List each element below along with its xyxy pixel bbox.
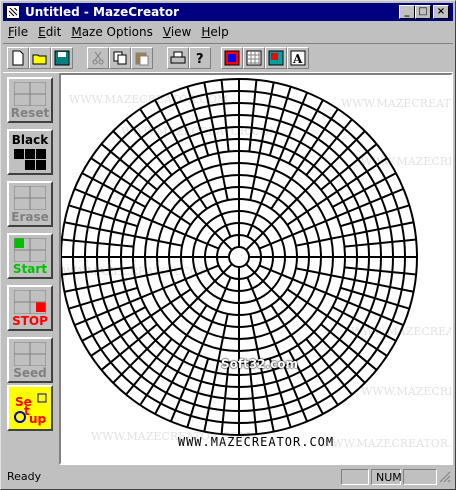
help-icon[interactable]: ? <box>189 47 211 69</box>
svg-text:up: up <box>29 412 47 426</box>
close-button[interactable]: × <box>433 5 449 19</box>
stop-label: STOP <box>12 314 48 328</box>
stop-button[interactable]: STOP <box>7 285 53 331</box>
reset-button[interactable]: Reset <box>7 77 53 123</box>
copy-icon[interactable] <box>109 47 131 69</box>
setup-button[interactable]: Se up t <box>7 385 53 431</box>
maze-color-icon[interactable] <box>221 47 243 69</box>
cut-icon[interactable] <box>87 47 109 69</box>
erase-label: Erase <box>11 210 49 224</box>
save-icon[interactable] <box>51 47 73 69</box>
window-title: Untitled - MazeCreator <box>25 5 180 19</box>
start-button[interactable]: Start <box>7 233 53 279</box>
start-label: Start <box>12 262 48 276</box>
site-watermark: Soft32.com <box>221 357 298 371</box>
menu-file[interactable]: File <box>3 23 33 39</box>
setup-icon: Se up t <box>14 393 47 426</box>
seed-button[interactable]: Seed <box>7 337 53 383</box>
print-icon[interactable] <box>167 47 189 69</box>
status-bar: Ready NUM <box>3 467 453 487</box>
minimize-button[interactable]: _ <box>399 5 415 19</box>
maximize-button[interactable]: □ <box>415 5 431 19</box>
menu-view[interactable]: View <box>158 23 196 39</box>
menu-bar: File Edit Maze Options View Help <box>3 23 453 41</box>
app-window: Untitled - MazeCreator _ □ × File Edit Maz… <box>0 0 456 490</box>
title-bar[interactable]: Untitled - MazeCreator _ □ × <box>3 3 453 21</box>
maze-canvas[interactable]: WWW.MAZECREATOR.COM WWW.MAZECREATOR.COM … <box>59 73 453 465</box>
status-cell <box>403 469 437 485</box>
black-label: Black <box>11 133 49 147</box>
svg-text:?: ? <box>196 52 204 66</box>
paste-icon[interactable] <box>131 47 153 69</box>
menu-maze-options[interactable]: Maze Options <box>66 23 158 39</box>
black-button[interactable]: Black <box>7 129 53 175</box>
maze-url: WWW.MAZECREATOR.COM <box>177 435 335 449</box>
circular-maze <box>61 78 418 436</box>
toolbar: ? A <box>3 43 453 73</box>
seed-label: Seed <box>13 366 47 380</box>
color-fill-icon[interactable] <box>265 47 287 69</box>
new-file-icon[interactable] <box>7 47 29 69</box>
app-icon[interactable] <box>6 5 20 19</box>
num-indicator: NUM <box>371 469 402 485</box>
text-icon[interactable]: A <box>287 47 309 69</box>
black-cells-icon <box>14 149 46 170</box>
status-text: Ready <box>7 470 42 483</box>
open-folder-icon[interactable] <box>29 47 51 69</box>
svg-text:A: A <box>292 52 303 66</box>
grid-icon[interactable] <box>243 47 265 69</box>
tool-panel: Reset Black Erase Start STOP Seed Se up … <box>3 73 57 463</box>
menu-help[interactable]: Help <box>196 23 233 39</box>
reset-label: Reset <box>10 106 50 120</box>
erase-button[interactable]: Erase <box>7 181 53 227</box>
resize-grip-icon[interactable] <box>439 471 451 483</box>
status-cell <box>341 469 369 485</box>
menu-edit[interactable]: Edit <box>33 23 66 39</box>
